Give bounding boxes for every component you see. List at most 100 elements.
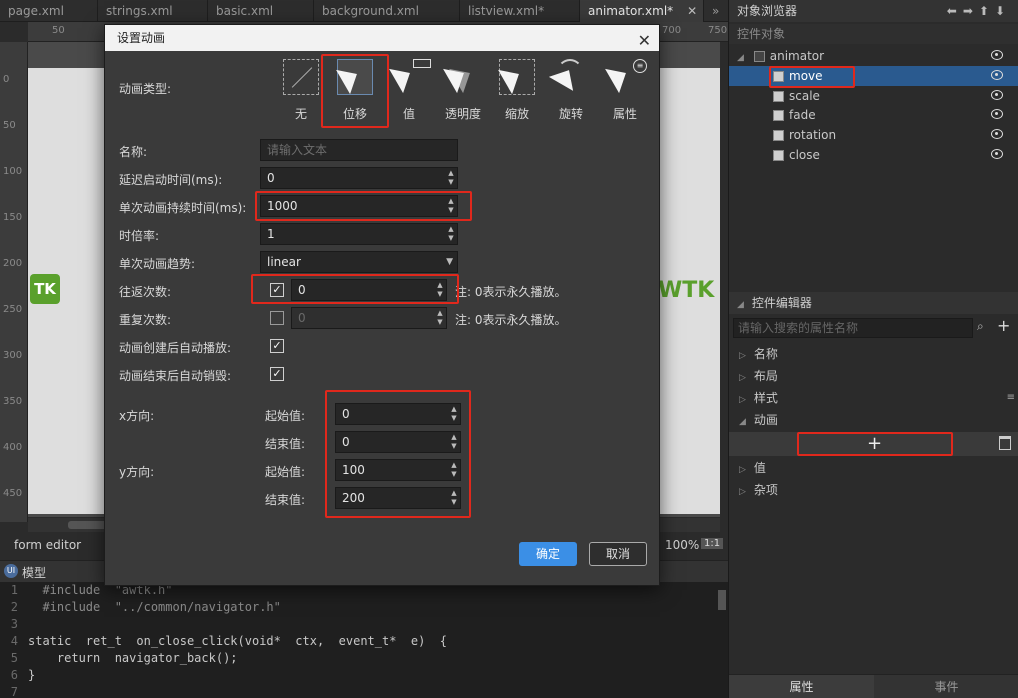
eye-icon[interactable] [991,70,1003,80]
eye-icon[interactable] [991,90,1003,100]
spin-arrows-icon[interactable]: ▲ ▼ [450,489,458,507]
tree-node-move[interactable]: move [729,66,1018,86]
group-style[interactable]: ▷ 样式 ≡ [729,387,1018,409]
repeat-spinbox[interactable]: 0 ▲ ▼ [291,307,447,329]
expand-icon: ▷ [739,487,746,497]
group-animation[interactable]: ◢ 动画 [729,409,1018,431]
anim-type-rotate[interactable]: 旋转 [548,59,593,122]
dialog-title-bar: 设置动画 ✕ [105,25,659,51]
tree-node-fade[interactable]: fade [729,105,1018,125]
tab-listview-xml[interactable]: listview.xml* [460,0,580,22]
line-number: 4 [10,634,18,648]
y-start-spinbox[interactable]: 100 ▲ ▼ [335,459,461,481]
repeat-checkbox[interactable] [270,311,284,325]
eye-icon[interactable] [991,109,1003,119]
collapse-icon[interactable]: ◢ [737,300,744,310]
close-icon[interactable]: ✕ [638,28,651,54]
close-icon[interactable]: ✕ [687,4,697,18]
anim-type-label: 属性 [612,107,637,121]
zoom-level[interactable]: 100% [665,538,699,552]
expand-icon[interactable]: ◢ [737,53,744,63]
spin-arrows-icon[interactable]: ▲ ▼ [450,405,458,423]
spin-arrows-icon[interactable]: ▲ ▼ [447,197,455,215]
add-property-icon[interactable]: + [997,316,1010,335]
ruler-label: 0 [3,74,10,85]
group-layout[interactable]: ▷ 布局 [729,365,1018,387]
group-value[interactable]: ▷ 值 [729,457,1018,479]
tab-label: strings.xml [106,4,173,18]
code-scrollbar[interactable] [718,590,726,610]
tab-animator-xml[interactable]: animator.xml* ✕ [580,0,704,22]
add-animation-button[interactable]: + [867,432,882,456]
awtk-logo-right[interactable]: WTK [658,278,714,303]
code-text: } [28,668,36,682]
y-end-spinbox[interactable]: 200 ▲ ▼ [335,487,461,509]
eye-icon[interactable] [991,50,1003,60]
trash-icon[interactable] [999,436,1011,450]
spin-arrows-icon[interactable]: ▲ ▼ [447,225,455,243]
chevron-down-icon[interactable]: ▼ [446,252,453,272]
time-scale-spinbox[interactable]: 1 ▲ ▼ [260,223,458,245]
nav-arrows-icon[interactable]: ⬅➡⬆⬇ [947,0,1011,22]
anim-type-scale[interactable]: 缩放 [495,59,539,122]
tab-strings-xml[interactable]: strings.xml [98,0,208,22]
easing-select[interactable]: linear ▼ [260,251,458,273]
yoyo-checkbox[interactable]: ✓ [270,283,284,297]
search-placeholder: 请输入搜索的属性名称 [738,321,859,335]
tab-label: page.xml [8,4,64,18]
group-misc[interactable]: ▷ 杂项 [729,479,1018,501]
eye-icon[interactable] [991,149,1003,159]
tab-label: 属性 [789,680,814,694]
spin-arrows-icon[interactable]: ▲ ▼ [447,169,455,187]
anim-type-property[interactable]: ≡ 属性 [603,59,647,122]
duration-spinbox[interactable]: 1000 ▲ ▼ [260,195,458,217]
spin-arrows-icon[interactable]: ▲ ▼ [436,281,444,299]
code-editor[interactable]: 1 #include "awtk.h" 2 #include "../commo… [0,582,728,698]
cancel-button[interactable]: 取消 [589,542,647,566]
tab-events[interactable]: 事件 [874,675,1018,698]
search-icon[interactable]: ⌕ [977,319,984,334]
tab-label: 事件 [934,680,959,694]
tab-page-xml[interactable]: page.xml [0,0,98,22]
ruler-label: 50 [52,25,65,36]
anim-type-opacity[interactable]: 透明度 [441,59,485,122]
group-label: 杂项 [753,483,778,497]
auto-destroy-checkbox[interactable]: ✓ [270,367,284,381]
tree-node-rotation[interactable]: rotation [729,125,1018,145]
chevron-double-icon: » [712,4,720,18]
yoyo-spinbox[interactable]: 0 ▲ ▼ [291,279,447,301]
duration-value: 1000 [267,199,298,213]
x-start-spinbox[interactable]: 0 ▲ ▼ [335,403,461,425]
anim-type-label: 旋转 [558,107,583,121]
tab-properties[interactable]: 属性 [729,675,874,698]
spin-arrows-icon[interactable]: ▲ ▼ [450,433,458,451]
spin-arrows-icon[interactable]: ▲ ▼ [436,309,444,327]
anim-type-move[interactable]: 位移 [333,59,377,122]
awtk-logo-left[interactable]: TK [30,274,60,304]
x-end-spinbox[interactable]: 0 ▲ ▼ [335,431,461,453]
expand-icon: ▷ [739,395,746,405]
panel-bottom-tabs: 属性 事件 [729,674,1018,698]
anim-type-none[interactable]: 无 [279,59,323,122]
tab-basic-xml[interactable]: basic.xml [208,0,314,22]
delay-spinbox[interactable]: 0 ▲ ▼ [260,167,458,189]
tree-node-animator[interactable]: ◢ animator [729,46,1018,66]
image-icon [773,110,784,121]
list-icon[interactable]: ≡ [1007,387,1015,409]
zoom-fit-button[interactable]: 1:1 [701,538,724,549]
node-label: fade [789,108,816,122]
node-label: animator [769,49,825,63]
anim-type-value[interactable]: 值 [387,59,431,122]
group-name[interactable]: ▷ 名称 [729,343,1018,365]
spin-arrows-icon[interactable]: ▲ ▼ [450,461,458,479]
tab-model[interactable]: 模型 [22,564,46,581]
tree-node-close[interactable]: close [729,145,1018,165]
tab-overflow-button[interactable]: » [704,0,728,22]
property-search-input[interactable]: 请输入搜索的属性名称 [733,318,973,338]
ok-button[interactable]: 确定 [519,542,577,566]
tab-background-xml[interactable]: background.xml [314,0,460,22]
tree-node-scale[interactable]: scale [729,86,1018,106]
eye-icon[interactable] [991,129,1003,139]
auto-start-checkbox[interactable]: ✓ [270,339,284,353]
name-input[interactable]: 请输入文本 [260,139,458,161]
